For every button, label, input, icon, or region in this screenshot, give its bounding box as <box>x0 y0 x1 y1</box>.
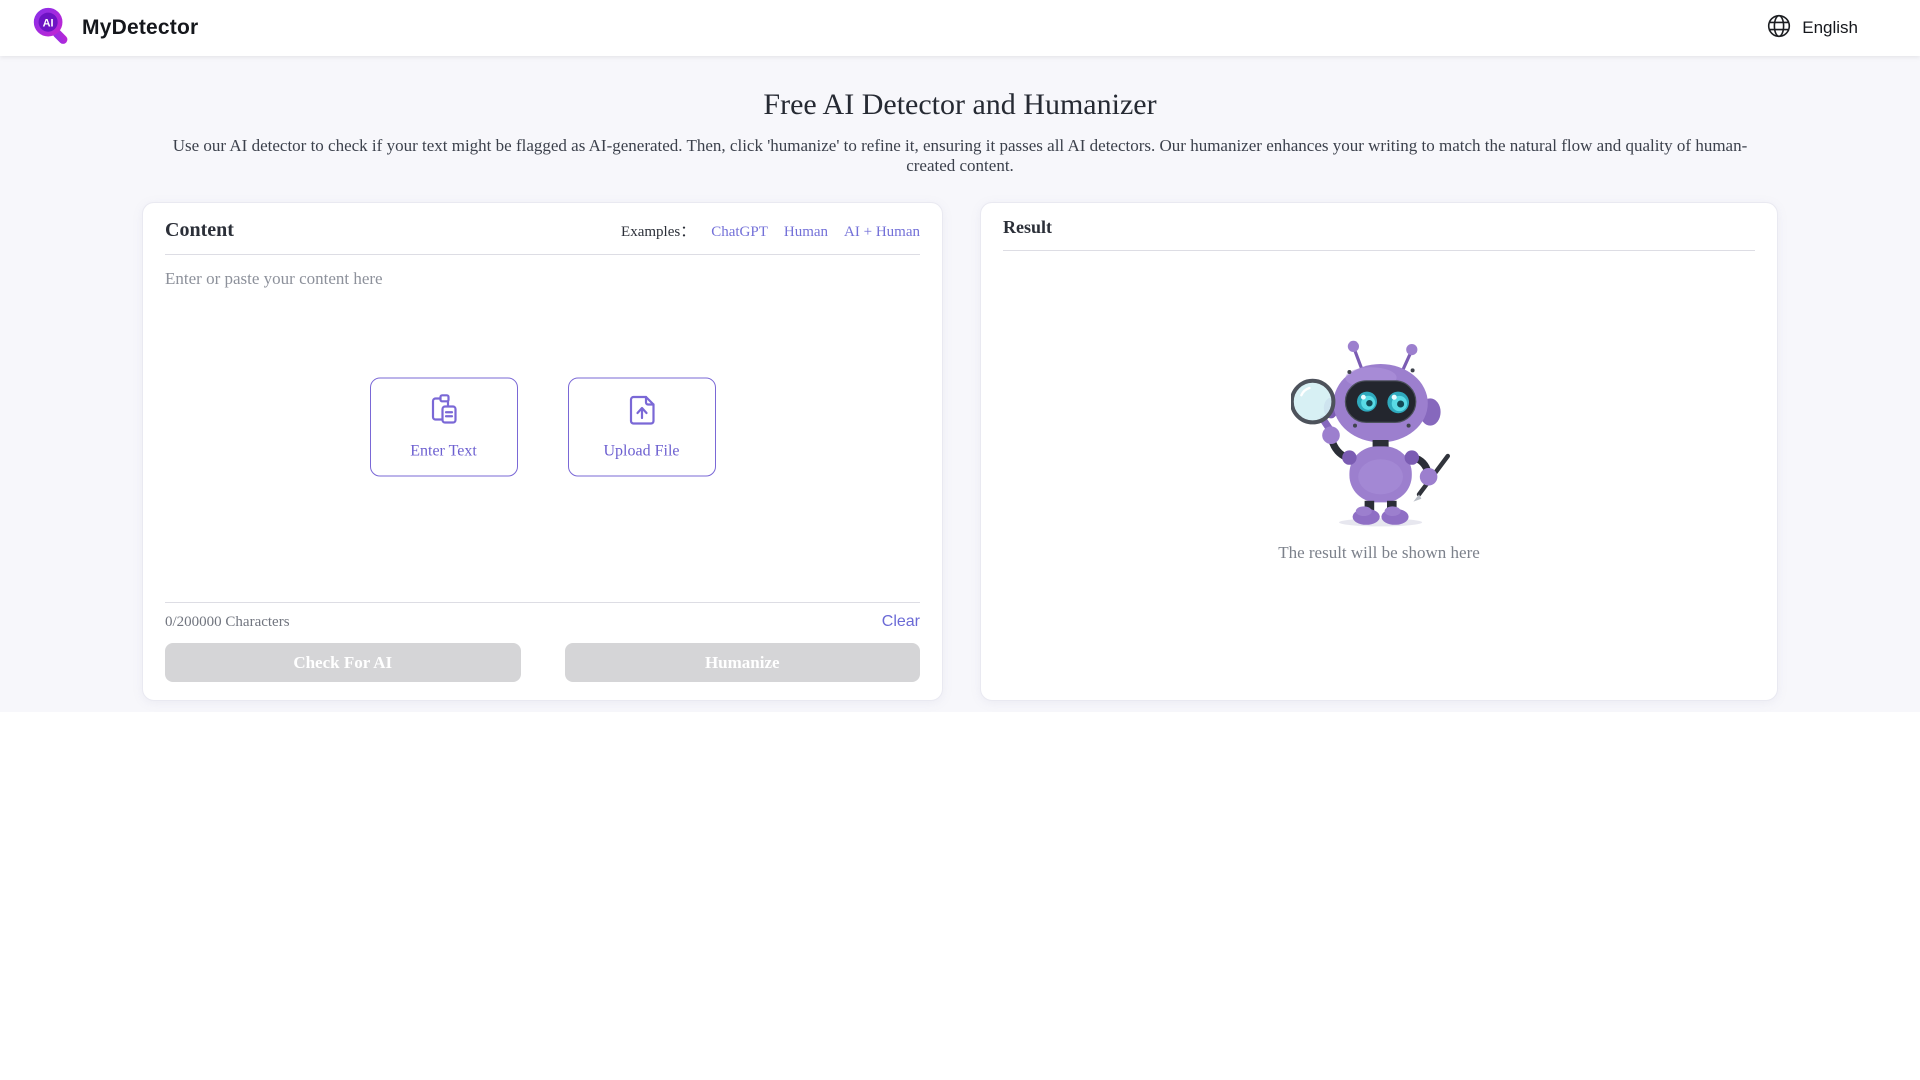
examples-label: Examples： <box>621 220 695 241</box>
textarea-placeholder: Enter or paste your content here <box>165 255 920 289</box>
clear-button[interactable]: Clear <box>882 613 920 631</box>
action-buttons-row: Check For AI Humanize <box>165 643 920 700</box>
input-method-cards: Enter Text Upload File <box>370 377 716 476</box>
main-section: Free AI Detector and Humanizer Use our A… <box>0 56 1920 712</box>
globe-icon <box>1766 13 1792 44</box>
result-body: The result will be shown here <box>1003 251 1755 700</box>
footer-whitespace <box>0 712 1920 1080</box>
page-title: Free AI Detector and Humanizer <box>0 56 1920 122</box>
result-panel-title: Result <box>1003 217 1052 237</box>
magnifier-ai-logo-icon: AI <box>30 5 72 52</box>
result-panel-header: Result <box>1003 203 1755 251</box>
content-panel-header: Content Examples： ChatGPT Human AI + Hum… <box>165 203 920 255</box>
language-selector[interactable]: English <box>1766 13 1858 44</box>
robot-mascot-illustration <box>1291 336 1467 533</box>
humanize-button[interactable]: Humanize <box>565 643 921 682</box>
language-label: English <box>1802 18 1858 38</box>
brand-logo[interactable]: AI MyDetector <box>30 5 198 52</box>
character-counter-row: 0/200000 Characters Clear <box>165 602 920 643</box>
content-textarea[interactable]: Enter or paste your content here Enter T… <box>165 255 920 602</box>
panels-row: Content Examples： ChatGPT Human AI + Hum… <box>142 202 1778 701</box>
enter-text-label: Enter Text <box>410 443 477 461</box>
content-panel-title: Content <box>165 219 234 242</box>
example-link-human[interactable]: Human <box>784 224 828 241</box>
file-upload-icon <box>624 393 660 434</box>
character-counter: 0/200000 Characters <box>165 614 290 631</box>
result-panel: Result <box>980 202 1778 701</box>
check-for-ai-button[interactable]: Check For AI <box>165 643 521 682</box>
examples-bar: Examples： ChatGPT Human AI + Human <box>621 220 920 241</box>
brand-name: MyDetector <box>82 16 198 40</box>
page-subtitle: Use our AI detector to check if your tex… <box>160 136 1760 176</box>
upload-file-label: Upload File <box>604 443 680 461</box>
result-empty-state: The result will be shown here <box>1278 336 1480 563</box>
enter-text-button[interactable]: Enter Text <box>370 377 518 476</box>
logo-badge-text: AI <box>43 17 54 29</box>
upload-file-button[interactable]: Upload File <box>568 377 716 476</box>
example-link-chatgpt[interactable]: ChatGPT <box>711 224 768 241</box>
result-empty-message: The result will be shown here <box>1278 543 1480 563</box>
example-link-ai-human[interactable]: AI + Human <box>844 224 920 241</box>
clipboard-paste-icon <box>426 393 462 434</box>
top-navbar: AI MyDetector English <box>0 0 1920 56</box>
content-panel: Content Examples： ChatGPT Human AI + Hum… <box>142 202 943 701</box>
